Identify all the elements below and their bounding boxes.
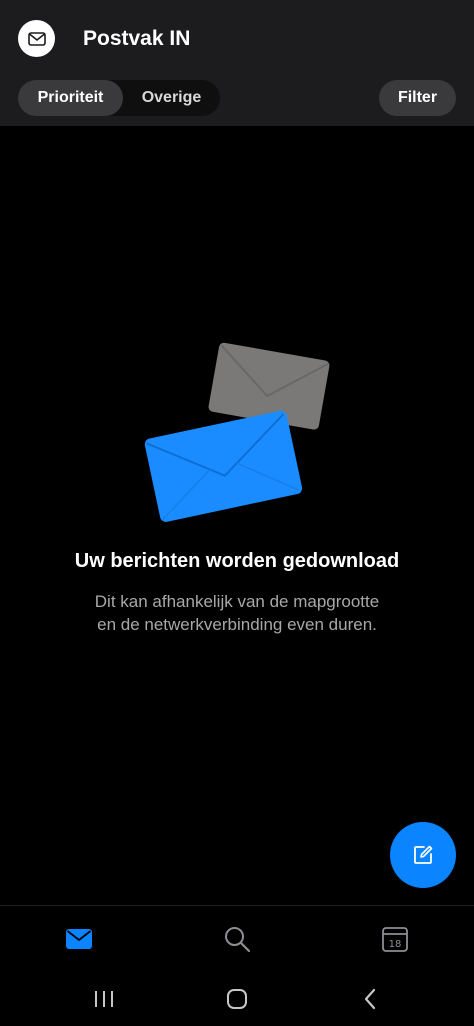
- tab-prioriteit[interactable]: Prioriteit: [18, 80, 123, 116]
- home-icon: [227, 988, 247, 1009]
- compose-icon: [414, 845, 433, 864]
- mail-icon: [66, 929, 92, 949]
- back-icon: [364, 988, 376, 1009]
- account-avatar[interactable]: [18, 20, 55, 57]
- system-navigation-bar: [0, 971, 474, 1026]
- calendar-icon: 18: [382, 927, 408, 952]
- calendar-day: 18: [389, 939, 402, 950]
- recent-apps-button[interactable]: [74, 971, 134, 1026]
- empty-state-title: Uw berichten worden gedownload: [74, 550, 400, 572]
- envelopes-illustration: [144, 342, 330, 522]
- home-button[interactable]: [207, 971, 267, 1026]
- mail-icon: [27, 31, 46, 46]
- empty-state-subtitle-line2: en de netwerkverbinding even duren.: [97, 615, 377, 634]
- recent-apps-icon: [95, 990, 113, 1007]
- bottom-nav: 18: [0, 905, 474, 971]
- header: Postvak IN Prioriteit Overige Filter: [0, 0, 474, 126]
- compose-button[interactable]: [390, 822, 456, 888]
- app-root: Postvak IN Prioriteit Overige Filter Uw …: [0, 0, 474, 1026]
- page-title: Postvak IN: [83, 27, 191, 50]
- tab-overige[interactable]: Overige: [123, 80, 220, 116]
- search-icon: [225, 927, 251, 953]
- empty-state-subtitle-line1: Dit kan afhankelijk van de mapgrootte: [94, 592, 380, 611]
- nav-calendar[interactable]: 18: [355, 906, 435, 972]
- back-button[interactable]: [340, 971, 400, 1026]
- filter-button[interactable]: Filter: [379, 80, 456, 116]
- blue-envelope: [144, 410, 303, 522]
- inbox-tabs: Prioriteit Overige: [18, 80, 220, 116]
- nav-search[interactable]: [197, 906, 277, 972]
- empty-state-subtitle: Dit kan afhankelijk van de mapgrootte en…: [47, 590, 427, 636]
- nav-mail[interactable]: [39, 906, 119, 972]
